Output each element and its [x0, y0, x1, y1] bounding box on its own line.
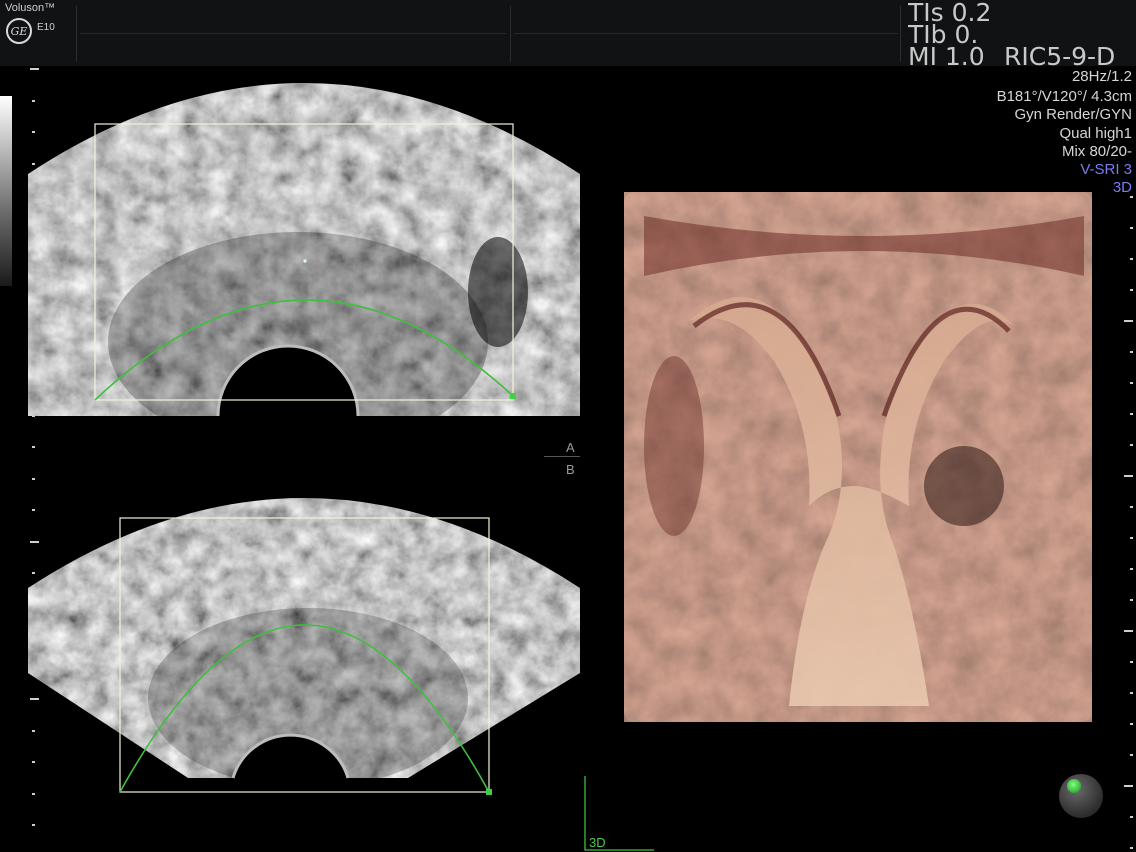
depth-tick [1130, 754, 1133, 756]
orientation-marker-dot [1067, 779, 1081, 793]
depth-tick [1130, 847, 1133, 849]
depth-tick [1130, 506, 1133, 508]
depth-tick [1124, 630, 1133, 632]
frame-rate-text: 28Hz/1.2 [1071, 68, 1132, 85]
depth-tick [1130, 351, 1133, 353]
depth-tick [1130, 413, 1133, 415]
depth-tick [1124, 320, 1133, 322]
model-name: E10 [37, 22, 55, 33]
tis-value: TIs 0.2 [908, 2, 992, 24]
depth-tick [1130, 196, 1133, 198]
mi-value: MI 1.0 [908, 46, 985, 68]
ultrasound-panel-b[interactable] [28, 468, 580, 798]
ge-logo-icon: GE [6, 18, 32, 44]
depth-tick [1130, 258, 1133, 260]
depth-tick [1130, 382, 1133, 384]
mix-text: Mix 80/20- [1061, 143, 1132, 160]
depth-tick [1130, 661, 1133, 663]
vsri-text: V-SRI 3 [1080, 161, 1132, 178]
ultrasound-panel-a[interactable] [28, 72, 580, 422]
depth-tick [1130, 444, 1133, 446]
depth-tick [1130, 568, 1133, 570]
angles-text: B181°/V120°/ 4.3cm [996, 88, 1132, 105]
quality-text: Qual high1 [1059, 125, 1132, 142]
probe-name: RIC5-9-D [1004, 46, 1116, 68]
header-separator [76, 6, 77, 62]
depth-tick [1124, 475, 1133, 477]
panel-divider [544, 456, 580, 457]
header-divider [80, 33, 506, 34]
header-separator [900, 6, 901, 62]
depth-tick [1130, 537, 1133, 539]
depth-tick [1130, 723, 1133, 725]
curve-handle-a[interactable] [510, 393, 516, 399]
depth-tick [1130, 599, 1133, 601]
brand-name: Voluson™ [5, 2, 56, 14]
depth-tick [30, 68, 39, 70]
mode-text: 3D [1112, 179, 1132, 196]
render-mode-text: Gyn Render/GYN [1014, 106, 1132, 123]
panel-label-a: A [566, 440, 575, 455]
grayscale-bar [0, 96, 12, 286]
orientation-sphere-icon[interactable] [1059, 774, 1103, 818]
depth-tick [32, 446, 35, 448]
depth-tick [32, 824, 35, 826]
render-label: 3D [589, 835, 606, 850]
depth-tick [1130, 227, 1133, 229]
curve-apex-point[interactable] [303, 259, 307, 263]
depth-tick [1130, 816, 1133, 818]
curve-handle-b[interactable] [486, 789, 492, 795]
depth-tick [1130, 692, 1133, 694]
header-divider [514, 33, 898, 34]
depth-tick [1124, 785, 1133, 787]
tib-value: TIb 0. [908, 24, 979, 46]
header-separator [510, 6, 511, 62]
render-3d-panel[interactable] [584, 186, 1104, 852]
depth-tick [1130, 289, 1133, 291]
